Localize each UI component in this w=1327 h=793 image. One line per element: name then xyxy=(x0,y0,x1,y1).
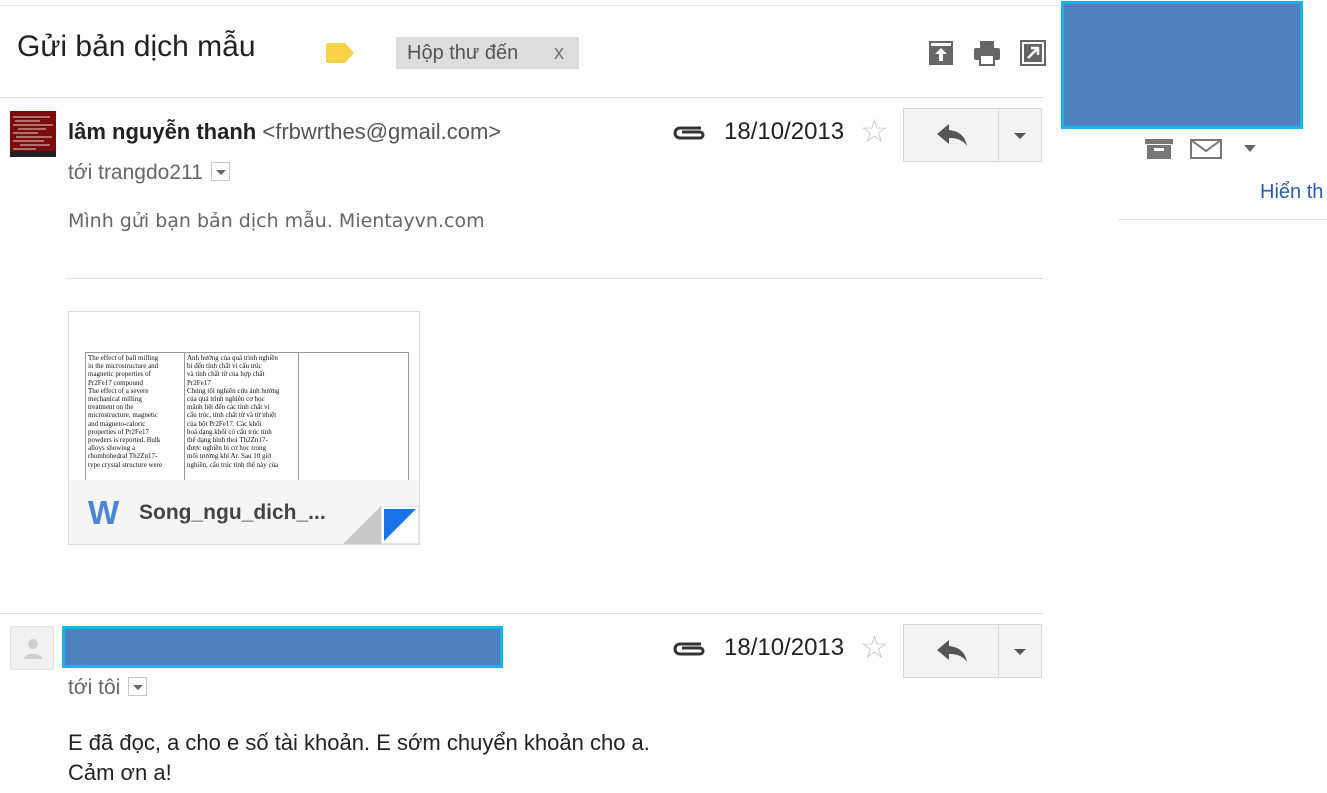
recipient-text: tới tôi xyxy=(68,676,121,699)
paperclip-icon xyxy=(673,126,705,140)
message-date: 18/10/2013 xyxy=(724,634,845,661)
message-body: Mình gửi bạn bản dịch mẫu. Mientayvn.com xyxy=(68,210,485,232)
star-icon[interactable]: ☆ xyxy=(860,631,889,663)
new-window-icon[interactable] xyxy=(1020,40,1046,66)
avatar[interactable] xyxy=(10,626,54,670)
archive-icon[interactable] xyxy=(1145,139,1173,159)
sender-line: lâm nguyễn thanh <frbwrthes@gmail.com> xyxy=(68,119,501,145)
attachment-corner-icon xyxy=(343,506,419,544)
reply-button[interactable] xyxy=(903,108,999,162)
reply-button[interactable] xyxy=(903,624,999,678)
document-preview: The effect of ball milling in the micros… xyxy=(85,352,409,482)
preview-english-column: The effect of ball milling in the micros… xyxy=(88,354,163,469)
archive-up-icon[interactable] xyxy=(928,40,954,66)
more-actions-button[interactable] xyxy=(998,624,1042,678)
message-body-line: Cảm ơn a! xyxy=(68,760,172,785)
body-divider xyxy=(68,278,1043,279)
sidebar-divider xyxy=(1118,219,1327,220)
reply-icon xyxy=(937,124,967,146)
message-divider xyxy=(0,97,1043,98)
attachment-footer: W Song_ngu_dich_... xyxy=(69,480,419,544)
inbox-label-text: Hộp thư đến xyxy=(407,42,519,64)
attachment-filename: Song_ngu_dich_... xyxy=(139,501,326,524)
paperclip-icon xyxy=(673,642,705,656)
reply-icon xyxy=(937,640,967,662)
redacted-profile-area xyxy=(1061,1,1303,129)
mail-icon[interactable] xyxy=(1190,139,1222,159)
attachment-card[interactable]: The effect of ball milling in the micros… xyxy=(68,311,420,545)
message-divider xyxy=(0,613,1043,614)
message-body-line: E đã đọc, a cho e số tài khoản. E sớm ch… xyxy=(68,730,650,755)
star-icon[interactable]: ☆ xyxy=(860,115,889,147)
show-details-link[interactable]: Hiển th xyxy=(1260,181,1323,204)
preview-column-divider xyxy=(298,353,299,482)
recipient-line: tới tôi xyxy=(68,676,148,700)
sender-email: <frbwrthes@gmail.com> xyxy=(262,119,502,144)
more-actions-button[interactable] xyxy=(998,108,1042,162)
preview-vietnamese-column: Ảnh hưởng của quá trình nghiền bi đến tí… xyxy=(187,354,280,469)
message-body: E đã đọc, a cho e số tài khoản. E sớm ch… xyxy=(68,728,650,788)
recipient-line: tới trangdo211 xyxy=(68,161,230,185)
preview-column-divider xyxy=(184,353,185,482)
show-details-dropdown[interactable] xyxy=(128,676,148,696)
thread-subject: Gửi bản dịch mẫu xyxy=(17,30,256,63)
word-doc-icon: W xyxy=(88,494,120,531)
sender-name[interactable]: lâm nguyễn thanh xyxy=(68,119,256,144)
recipient-text: tới trangdo211 xyxy=(68,161,203,184)
label-tag-icon[interactable] xyxy=(326,43,354,63)
inbox-label-chip: Hộp thư đến x xyxy=(396,37,579,69)
header-divider xyxy=(0,5,1060,6)
show-details-dropdown[interactable] xyxy=(210,161,230,181)
remove-label-button[interactable]: x xyxy=(554,37,564,69)
message-date: 18/10/2013 xyxy=(724,118,845,145)
redacted-sender xyxy=(62,626,503,668)
print-icon[interactable] xyxy=(974,40,1000,66)
avatar[interactable] xyxy=(10,111,56,157)
person-icon xyxy=(24,639,42,659)
chevron-down-icon[interactable] xyxy=(1244,145,1256,153)
